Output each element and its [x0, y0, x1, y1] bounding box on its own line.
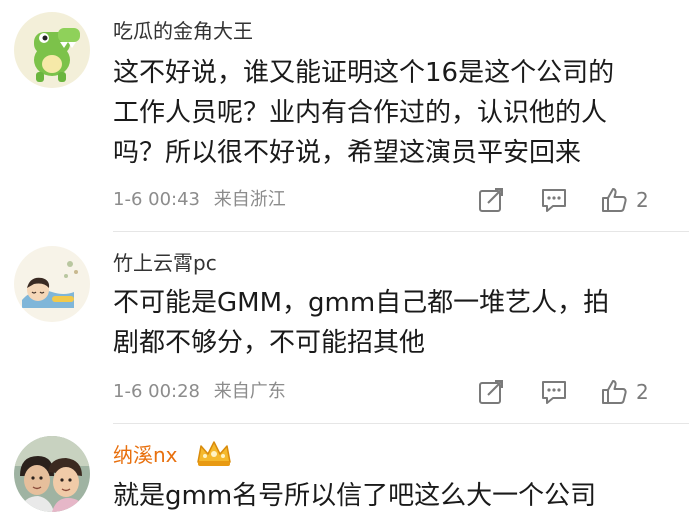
like-button[interactable]: 2: [600, 374, 649, 410]
green-crocodile-avatar[interactable]: [14, 12, 90, 88]
comment-content: 这不好说，谁又能证明这个16是这个公司的 工作人员呢？业内有合作过的，认识他的人…: [113, 53, 683, 173]
reply-comment-icon: [542, 381, 566, 404]
comment-content-line: 工作人员呢？业内有合作过的，认识他的人: [113, 98, 608, 128]
repost-edit-icon: [479, 380, 503, 404]
comment-location: 来自浙江: [213, 189, 286, 210]
comment-item: 纳溪nx 就是gmm名号所以信了吧这么大一个公司: [0, 424, 689, 524]
comment-actions: 2: [470, 374, 680, 410]
comment-meta: 1-6 00:43 来自浙江: [113, 188, 286, 212]
comment-username[interactable]: 竹上云霄pc: [113, 250, 217, 276]
like-button[interactable]: 2: [600, 182, 649, 218]
comment-username[interactable]: 吃瓜的金角大王: [113, 18, 253, 44]
comment-content-line: 这不好说，谁又能证明这个16是这个公司的: [113, 58, 615, 88]
vip-crown-icon: [194, 438, 234, 468]
comment-content: 就是gmm名号所以信了吧这么大一个公司: [113, 476, 683, 516]
reply-comment-icon: [542, 189, 566, 212]
reply-button[interactable]: [540, 182, 568, 218]
comment-date: 1-6 00:43: [113, 189, 200, 210]
repost-edit-icon: [479, 188, 503, 212]
comment-username[interactable]: 纳溪nx: [113, 442, 178, 468]
like-count: 2: [636, 188, 649, 212]
comment-content-line: 不可能是GMM，gmm自己都一堆艺人，拍: [113, 288, 610, 318]
comment-item: 吃瓜的金角大王 这不好说，谁又能证明这个16是这个公司的 工作人员呢？业内有合作…: [0, 0, 689, 232]
comment-content-line: 剧都不够分，不可能招其他: [113, 328, 426, 358]
comment-meta: 1-6 00:28 来自广东: [113, 380, 286, 404]
comment-item: 竹上云霄pc 不可能是GMM，gmm自己都一堆艺人，拍 剧都不够分，不可能招其他…: [0, 232, 689, 424]
repost-button[interactable]: [478, 374, 504, 410]
comment-content: 不可能是GMM，gmm自己都一堆艺人，拍 剧都不够分，不可能招其他: [113, 283, 683, 363]
repost-button[interactable]: [478, 182, 504, 218]
comment-content-line: 就是gmm名号所以信了吧这么大一个公司: [113, 481, 597, 511]
two-people-photo-avatar[interactable]: [14, 436, 90, 512]
comment-actions: 2: [470, 182, 680, 218]
sleeping-girl-avatar[interactable]: [14, 246, 90, 322]
thumbs-up-icon: [602, 188, 627, 212]
like-count: 2: [636, 380, 649, 404]
reply-button[interactable]: [540, 374, 568, 410]
comment-content-line: 吗？所以很不好说，希望这演员平安回来: [113, 138, 582, 168]
comment-location: 来自广东: [213, 381, 286, 402]
comment-date: 1-6 00:28: [113, 381, 200, 402]
thumbs-up-icon: [602, 380, 627, 404]
